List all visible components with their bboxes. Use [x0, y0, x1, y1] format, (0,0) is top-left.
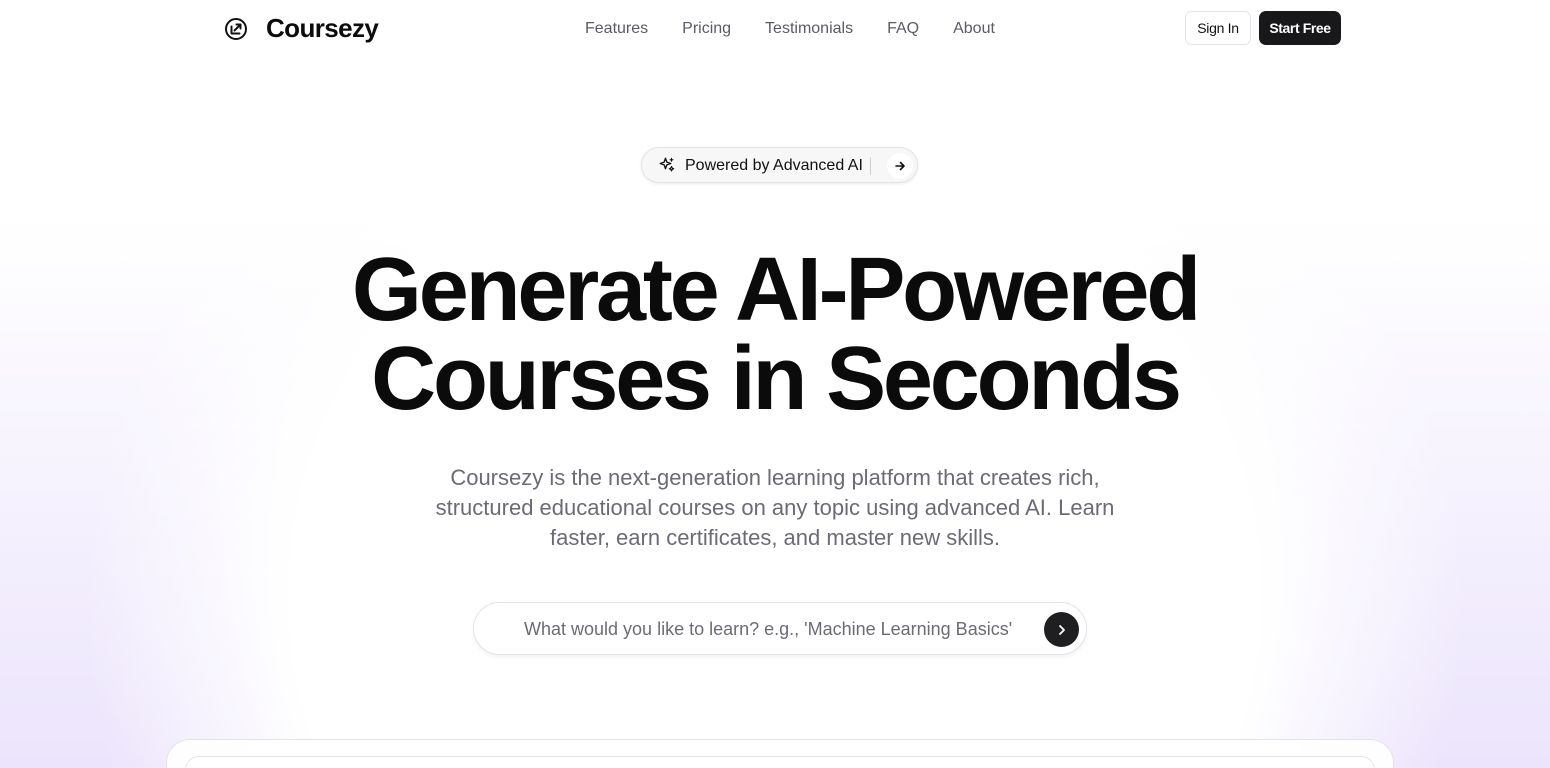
nav-link-testimonials[interactable]: Testimonials — [765, 19, 853, 39]
start-free-button[interactable]: Start Free — [1259, 11, 1341, 45]
brand[interactable]: Coursezy — [224, 13, 379, 44]
nav-link-faq[interactable]: FAQ — [887, 19, 919, 39]
course-topic-input[interactable] — [524, 617, 1014, 641]
hero-title: Generate AI-Powered Courses in Seconds — [0, 240, 1550, 429]
course-search-bar — [473, 602, 1087, 655]
ai-badge[interactable]: Powered by Advanced AI — [641, 147, 918, 183]
nav-link-features[interactable]: Features — [585, 19, 648, 39]
sign-in-button[interactable]: Sign In — [1185, 11, 1251, 45]
generate-course-button[interactable] — [1044, 612, 1079, 647]
badge-divider — [870, 157, 871, 175]
hero-subtitle: Coursezy is the next-generation learning… — [435, 465, 1115, 550]
nav-link-pricing[interactable]: Pricing — [682, 19, 731, 39]
badge-arrow-button[interactable] — [887, 153, 913, 179]
nav-link-about[interactable]: About — [953, 19, 995, 39]
main-nav: Features Pricing Testimonials FAQ About — [585, 19, 1029, 39]
coursezy-logo-icon — [225, 17, 247, 40]
hero-title-line-2: Courses in Seconds — [371, 329, 1182, 429]
badge-text: Powered by Advanced AI — [685, 157, 863, 174]
brand-name: Coursezy — [266, 13, 379, 43]
site-header: Coursezy Features Pricing Testimonials F… — [0, 0, 1550, 58]
app-preview-screen — [185, 756, 1375, 768]
sparkle-icon — [659, 157, 675, 172]
chevron-right-icon — [1058, 624, 1065, 635]
arrow-right-icon — [895, 161, 905, 171]
hero-title-line-1: Generate AI-Powered — [351, 240, 1201, 340]
landing-page: Coursezy Features Pricing Testimonials F… — [0, 0, 1550, 768]
